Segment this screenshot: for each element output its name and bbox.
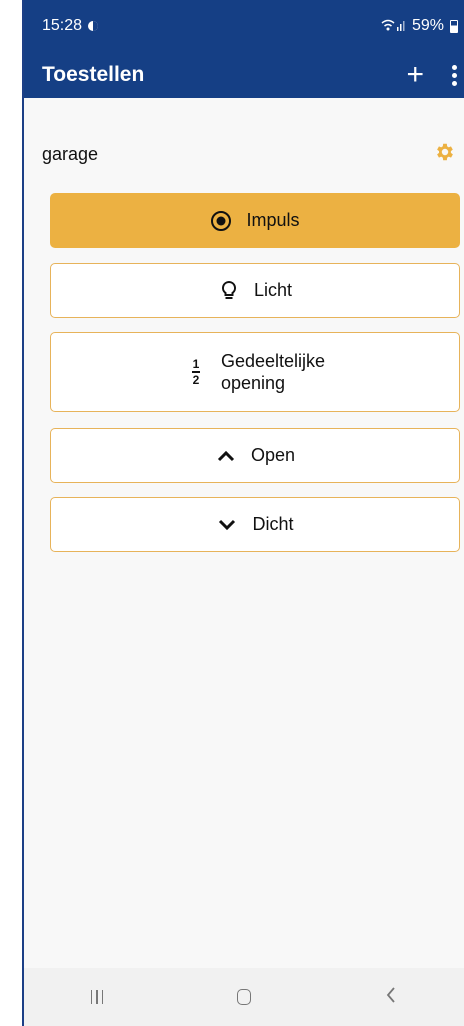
licht-label: Licht <box>253 280 293 300</box>
chevron-down-icon <box>216 514 238 536</box>
system-navigation-bar <box>24 968 464 1026</box>
gedeeltelijke-opening-button[interactable]: 1 2 Gedeeltelijke opening <box>50 332 460 412</box>
battery-percentage: 59% <box>411 17 444 34</box>
status-time: 15:28 <box>42 17 83 34</box>
device-header: garage <box>24 140 464 168</box>
fraction-numerator: 1 <box>192 357 200 372</box>
gear-icon[interactable] <box>434 141 456 168</box>
lightbulb-icon <box>218 280 240 302</box>
impuls-label: Impuls <box>246 210 300 230</box>
battery-icon <box>450 19 458 33</box>
radio-button-icon <box>210 210 232 232</box>
wifi-signal-icon <box>380 18 406 35</box>
chevron-up-icon <box>215 445 237 467</box>
dicht-label: Dicht <box>252 514 294 534</box>
device-name: garage <box>42 143 99 164</box>
more-options-icon[interactable] <box>450 64 458 86</box>
impuls-button[interactable]: Impuls <box>50 193 460 248</box>
page-title: Toestellen <box>42 63 145 86</box>
add-icon[interactable]: + <box>406 60 424 90</box>
phone-screen: 15:28 59% Toestellen + garage Impuls Lic… <box>22 0 464 1026</box>
licht-button[interactable]: Licht <box>50 263 460 318</box>
half-fraction-icon: 1 2 <box>185 358 207 386</box>
dicht-button[interactable]: Dicht <box>50 497 460 552</box>
app-bar: Toestellen + <box>24 52 464 98</box>
notification-icon <box>88 21 99 31</box>
open-button[interactable]: Open <box>50 428 460 483</box>
recent-apps-icon[interactable] <box>90 990 104 1004</box>
back-icon[interactable] <box>385 986 397 1009</box>
gedeeltelijke-opening-label: Gedeeltelijke opening <box>220 351 326 393</box>
fraction-denominator: 2 <box>192 372 200 387</box>
status-bar: 15:28 59% <box>24 0 464 52</box>
home-icon[interactable] <box>237 989 252 1005</box>
open-label: Open <box>250 445 296 465</box>
